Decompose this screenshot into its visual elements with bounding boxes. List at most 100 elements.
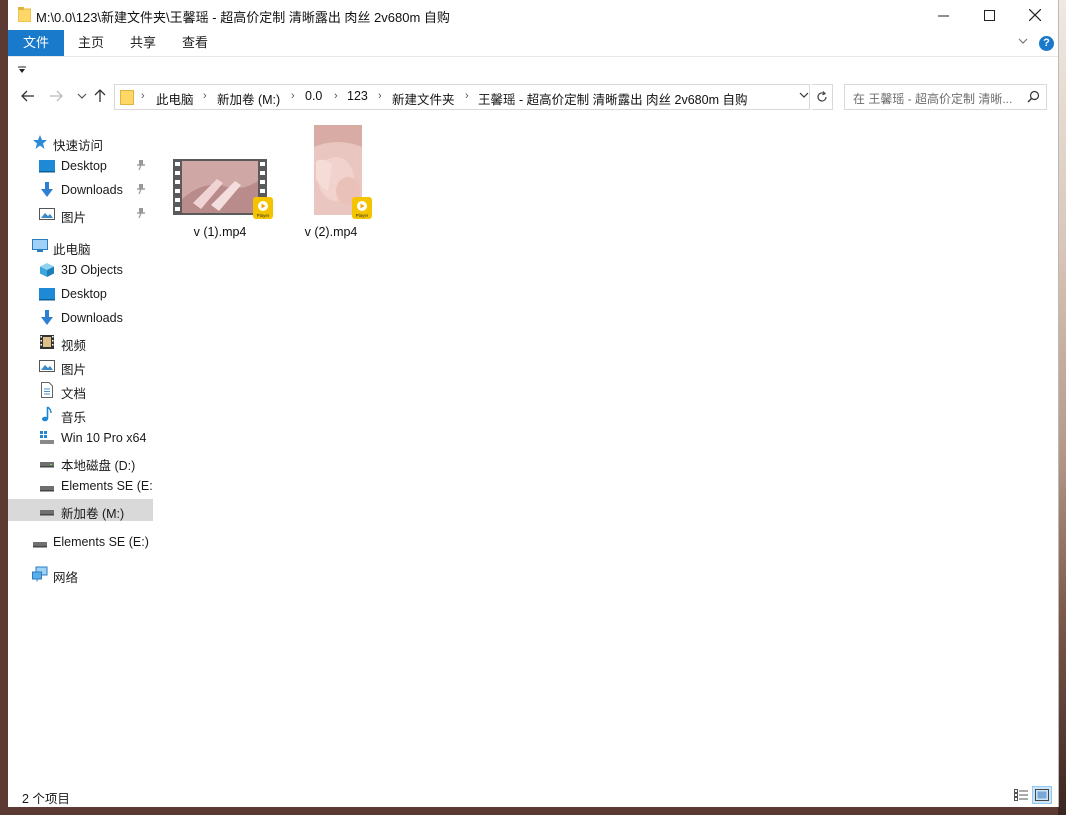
sidebar-item-win10-drive[interactable]: Win 10 Pro x64: [8, 427, 153, 449]
download-icon: [41, 182, 53, 197]
file-list: Player v (1).mp4 Player v (2).mp4: [153, 113, 1058, 783]
sidebar-item-label: 本地磁盘 (D:): [61, 459, 136, 473]
sidebar-item-drive-m[interactable]: 新加卷 (M:): [8, 499, 153, 521]
drive-icon: [40, 462, 54, 468]
breadcrumb-separator: ›: [378, 90, 382, 102]
forward-arrow-icon[interactable]: [48, 88, 64, 104]
sidebar-item-documents[interactable]: 文档: [8, 379, 153, 401]
sidebar-item-downloads[interactable]: Downloads: [8, 307, 153, 329]
breadcrumb-drive-m[interactable]: 新加卷 (M:): [217, 89, 280, 108]
tab-share[interactable]: 共享: [122, 30, 164, 56]
breadcrumb-separator: ›: [141, 90, 145, 102]
sidebar-item-label: 图片: [61, 211, 87, 225]
breadcrumb-0-0[interactable]: 0.0: [305, 89, 322, 103]
breadcrumb-current-folder[interactable]: 王馨瑶 - 超高价定制 清晰露出 肉丝 2v680m 自购: [478, 89, 747, 108]
breadcrumb-separator: ›: [203, 90, 207, 102]
recent-locations-icon[interactable]: [74, 88, 90, 104]
refresh-button[interactable]: [812, 84, 833, 110]
refresh-icon: [817, 91, 827, 102]
close-icon: [1029, 9, 1041, 21]
video-icon: [40, 335, 54, 349]
details-view-icon: [1014, 789, 1028, 801]
minimize-button[interactable]: [920, 0, 966, 30]
file-item[interactable]: Player v (2).mp4: [276, 121, 386, 241]
explorer-window: M:\0.0\123\新建文件夹\王馨瑶 - 超高价定制 清晰露出 肉丝 2v6…: [8, 0, 1059, 807]
sidebar-item-quick-access[interactable]: 快速访问: [8, 131, 153, 153]
sidebar-item-label: Elements SE (E:): [53, 535, 149, 549]
file-item[interactable]: Player v (1).mp4: [165, 121, 275, 241]
close-button[interactable]: [1012, 0, 1058, 30]
large-icons-view-button[interactable]: [1032, 786, 1052, 804]
search-box[interactable]: 在 王馨瑶 - 超高价定制 清晰...: [844, 84, 1047, 110]
item-count: 2 个项目: [22, 792, 70, 806]
folder-icon: [18, 7, 31, 22]
desktop-icon: [39, 160, 55, 173]
sidebar-item-label: 音乐: [61, 411, 87, 425]
file-name: v (1).mp4: [193, 225, 247, 239]
help-button[interactable]: ?: [1039, 36, 1054, 51]
player-badge: Player: [257, 213, 270, 218]
large-icons-view-icon: [1035, 789, 1049, 801]
quick-access-toolbar[interactable]: [18, 62, 26, 77]
pictures-icon: [39, 360, 55, 372]
details-view-button[interactable]: [1011, 786, 1031, 804]
back-arrow-icon[interactable]: [20, 88, 36, 104]
sidebar-item-label: 此电脑: [53, 243, 91, 257]
navigation-bar: › 此电脑 › 新加卷 (M:) › 0.0 › 123 › 新建文件夹 › 王…: [8, 82, 1058, 110]
maximize-button[interactable]: [966, 0, 1012, 30]
windows-drive-icon: [40, 431, 54, 444]
address-bar[interactable]: › 此电脑 › 新加卷 (M:) › 0.0 › 123 › 新建文件夹 › 王…: [114, 84, 810, 110]
file-name: v (2).mp4: [304, 225, 358, 239]
tab-home[interactable]: 主页: [70, 30, 112, 56]
drive-icon: [40, 510, 54, 516]
sidebar-item-this-pc[interactable]: 此电脑: [8, 235, 153, 257]
tab-file[interactable]: 文件: [8, 30, 64, 56]
sidebar-item-label: Downloads: [61, 311, 123, 325]
sidebar-item-pictures-pinned[interactable]: 图片: [8, 203, 153, 225]
folder-icon: [120, 90, 134, 105]
drive-icon: [40, 486, 54, 492]
minimize-icon: [937, 15, 949, 16]
sidebar-item-drive-d[interactable]: 本地磁盘 (D:): [8, 451, 153, 473]
sidebar-item-label: 视频: [61, 339, 87, 353]
sidebar-item-desktop-pinned[interactable]: Desktop: [8, 155, 153, 177]
sidebar-item-label: Win 10 Pro x64: [61, 431, 147, 445]
pictures-icon: [39, 208, 55, 220]
pin-icon[interactable]: [136, 183, 146, 195]
sidebar-item-elements-se[interactable]: Elements SE (E:): [8, 531, 153, 553]
breadcrumb-separator: ›: [291, 90, 295, 102]
up-arrow-icon[interactable]: [92, 88, 108, 104]
sidebar-item-3d-objects[interactable]: 3D Objects: [8, 259, 153, 281]
maximize-icon: [983, 9, 995, 21]
sidebar-item-pictures[interactable]: 图片: [8, 355, 153, 377]
title-bar[interactable]: M:\0.0\123\新建文件夹\王馨瑶 - 超高价定制 清晰露出 肉丝 2v6…: [8, 0, 1058, 30]
network-icon: [32, 566, 48, 582]
customize-toolbar-icon: [18, 66, 26, 73]
sidebar-item-downloads-pinned[interactable]: Downloads: [8, 179, 153, 201]
sidebar-item-label: Desktop: [61, 287, 107, 301]
chevron-down-icon[interactable]: [799, 91, 809, 99]
ribbon-tabs: 文件 主页 共享 查看 ?: [8, 30, 1058, 57]
sidebar-item-desktop[interactable]: Desktop: [8, 283, 153, 305]
sidebar-item-label: 新加卷 (M:): [61, 507, 125, 521]
breadcrumb-123[interactable]: 123: [347, 89, 368, 103]
document-icon: [41, 382, 53, 398]
sidebar-item-network[interactable]: 网络: [8, 563, 153, 585]
download-icon: [41, 310, 53, 325]
pin-icon[interactable]: [136, 207, 146, 219]
sidebar-item-drive-e[interactable]: Elements SE (E:: [8, 475, 153, 497]
breadcrumb-separator: ›: [334, 90, 338, 102]
breadcrumb-this-pc[interactable]: 此电脑: [156, 89, 194, 108]
pin-icon[interactable]: [136, 159, 146, 171]
chevron-down-icon[interactable]: [1018, 37, 1028, 45]
sidebar-item-label: 快速访问: [53, 139, 104, 153]
sidebar-item-music[interactable]: 音乐: [8, 403, 153, 425]
cube-icon: [40, 263, 54, 277]
search-placeholder: 在 王馨瑶 - 超高价定制 清晰...: [853, 92, 1013, 106]
sidebar-item-videos[interactable]: 视频: [8, 331, 153, 353]
tab-view[interactable]: 查看: [174, 30, 216, 56]
player-badge: Player: [356, 213, 369, 218]
breadcrumb-new-folder[interactable]: 新建文件夹: [392, 89, 455, 108]
sidebar-item-label: Downloads: [61, 183, 123, 197]
sidebar-item-label: Desktop: [61, 159, 107, 173]
